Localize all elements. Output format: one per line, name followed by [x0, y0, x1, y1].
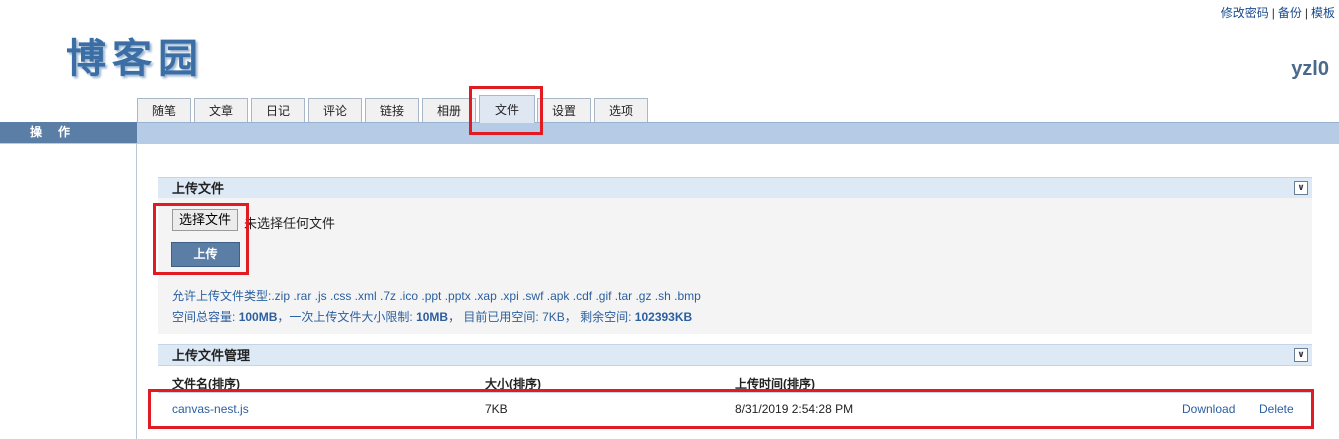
column-header-size[interactable]: 大小(排序) [485, 375, 541, 392]
single-limit-label: ，一次上传文件大小限制: [277, 310, 413, 324]
upload-panel-title: 上传文件 [172, 181, 225, 196]
upload-button[interactable]: 上传 [171, 242, 240, 267]
backup-link[interactable]: 备份 [1278, 6, 1302, 20]
file-name-link[interactable]: canvas-nest.js [172, 402, 249, 416]
tab-diary[interactable]: 日记 [251, 98, 305, 122]
upload-panel-header: 上传文件 ∨ [158, 177, 1312, 199]
space-info: 空间总容量: 100MB，一次上传文件大小限制: 10MB， 目前已用空间: 7… [172, 308, 692, 325]
allowed-types-text: 允许上传文件类型:.zip .rar .js .css .xml .7z .ic… [172, 289, 701, 303]
tab-comments[interactable]: 评论 [308, 98, 362, 122]
separator: | [1304, 6, 1308, 20]
delete-link[interactable]: Delete [1259, 402, 1294, 416]
used-space-label: ， 目前已用空间: [448, 310, 539, 324]
remaining-space-value: 102393KB [634, 310, 693, 324]
file-upload-time: 8/31/2019 2:54:28 PM [735, 402, 854, 416]
column-header-filename[interactable]: 文件名(排序) [172, 375, 240, 392]
manage-panel-header: 上传文件管理 ∨ [158, 344, 1312, 366]
total-space-value: 100MB [238, 310, 278, 324]
separator: | [1271, 6, 1275, 20]
sidebar-divider [136, 143, 137, 439]
top-links: 修改密码 | 备份 | 模板 [1221, 4, 1335, 21]
collapse-icon[interactable]: ∨ [1294, 348, 1308, 362]
change-password-link[interactable]: 修改密码 [1221, 6, 1269, 20]
file-size: 7KB [485, 402, 508, 416]
tab-bar [0, 122, 1339, 144]
column-header-upload-time[interactable]: 上传时间(排序) [735, 375, 815, 392]
site-logo[interactable]: 博客园 [66, 26, 204, 84]
tab-albums[interactable]: 相册 [422, 98, 476, 122]
tab-posts[interactable]: 随笔 [137, 98, 191, 122]
collapse-icon[interactable]: ∨ [1294, 181, 1308, 195]
total-space-label: 空间总容量: [172, 310, 236, 324]
no-file-text: 未选择任何文件 [244, 216, 336, 231]
download-link[interactable]: Download [1182, 402, 1235, 416]
choose-file-button[interactable]: 选择文件 [172, 209, 238, 231]
sidebar-heading: 操作 [0, 122, 137, 143]
tab-links[interactable]: 链接 [365, 98, 419, 122]
username: yzl0 [1291, 58, 1329, 80]
single-limit-value: 10MB [416, 310, 449, 324]
tab-files[interactable]: 文件 [479, 95, 535, 123]
tab-options[interactable]: 选项 [594, 98, 648, 122]
remaining-space-label: ， 剩余空间: [564, 310, 632, 324]
manage-panel-title: 上传文件管理 [172, 348, 251, 363]
tab-articles[interactable]: 文章 [194, 98, 248, 122]
tab-settings[interactable]: 设置 [537, 98, 591, 122]
used-space-value: 7KB [542, 310, 565, 324]
template-link[interactable]: 模板 [1311, 6, 1335, 20]
